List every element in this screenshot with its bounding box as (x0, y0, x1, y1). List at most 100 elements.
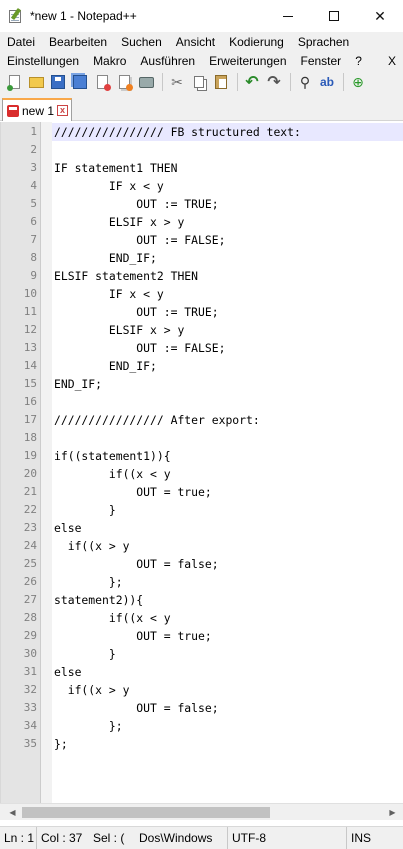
save-button[interactable] (48, 72, 68, 92)
copy-button[interactable] (189, 72, 209, 92)
menu-bar: Datei Bearbeiten Suchen Ansicht Kodierun… (0, 32, 403, 70)
code-line[interactable]: END_IF; (54, 357, 157, 375)
line-number: 24 (23, 539, 37, 552)
line-number: 23 (23, 521, 37, 534)
code-line[interactable]: if((x < y (54, 609, 171, 627)
code-line[interactable]: OUT := TRUE; (54, 303, 218, 321)
line-number: 6 (30, 215, 37, 228)
menu-help[interactable]: ? (347, 54, 368, 68)
line-number: 20 (23, 467, 37, 480)
code-line[interactable]: if((x < y (54, 465, 171, 483)
code-line[interactable]: }; (54, 735, 68, 753)
window-title: *new 1 - Notepad++ (30, 9, 137, 23)
close-window-button[interactable]: ✕ (357, 0, 403, 32)
code-line[interactable]: else (54, 519, 81, 537)
line-number: 28 (23, 611, 37, 624)
line-number: 17 (23, 413, 37, 426)
paste-button[interactable] (211, 72, 231, 92)
code-line[interactable]: OUT := FALSE; (54, 231, 225, 249)
new-file-icon (6, 75, 20, 91)
editor[interactable]: 1 2 3 4 5 6 7 8 9 10 11 12 13 14 15 16 17 18 19 20 21 22 23 24 2… (0, 122, 403, 803)
line-number: 18 (23, 431, 37, 444)
tab-close-icon[interactable]: x (57, 105, 69, 116)
tab-label: new 1 (22, 103, 55, 118)
open-file-button[interactable] (26, 72, 46, 92)
zoom-in-button[interactable]: ⊕ (348, 72, 368, 92)
code-line[interactable]: if((x > y (54, 537, 130, 555)
fold-margin[interactable] (41, 122, 52, 803)
replace-button[interactable]: ab (317, 72, 337, 92)
close-all-button[interactable] (114, 72, 134, 92)
code-line[interactable]: OUT = true; (54, 483, 211, 501)
code-line[interactable]: //////////////// After export: (54, 411, 260, 429)
line-number: 13 (23, 341, 37, 354)
toolbar-separator (162, 73, 163, 91)
menu-datei[interactable]: Datei (0, 35, 41, 49)
minimize-button[interactable] (265, 0, 311, 32)
redo-button[interactable]: ↷ (264, 72, 284, 92)
line-number: 35 (23, 737, 37, 750)
menu-einstellungen[interactable]: Einstellungen (0, 54, 85, 68)
code-line[interactable]: ELSIF x > y (54, 321, 184, 339)
code-line[interactable]: } (54, 645, 116, 663)
code-line[interactable]: if((statement1)){ (54, 447, 171, 465)
line-number: 29 (23, 629, 37, 642)
line-number: 27 (23, 593, 37, 606)
line-number: 15 (23, 377, 37, 390)
print-button[interactable] (136, 72, 156, 92)
menu-fenster[interactable]: Fenster (293, 54, 348, 68)
maximize-button[interactable] (311, 0, 357, 32)
cut-button[interactable]: ✂ (167, 72, 187, 92)
maximize-icon (329, 11, 339, 21)
find-button[interactable]: ⚲ (295, 72, 315, 92)
menu-close-document-button[interactable]: X (388, 54, 396, 68)
code-line[interactable]: OUT = false; (54, 555, 218, 573)
status-encoding: UTF-8 (232, 830, 266, 845)
menu-makro[interactable]: Makro (85, 54, 132, 68)
tab-new-1[interactable]: new 1 x (2, 98, 72, 121)
save-all-button[interactable] (70, 72, 90, 92)
code-line[interactable]: }; (54, 573, 123, 591)
close-file-button[interactable] (92, 72, 112, 92)
line-number: 3 (30, 161, 37, 174)
new-file-button[interactable] (4, 72, 24, 92)
menu-erweiterungen[interactable]: Erweiterungen (201, 54, 292, 68)
close-all-icon (118, 75, 133, 91)
code-line[interactable]: END_IF; (54, 249, 157, 267)
code-line[interactable]: IF statement1 THEN (54, 159, 177, 177)
scroll-left-icon[interactable]: ◀ (4, 804, 21, 821)
code-line[interactable]: IF x < y (54, 177, 164, 195)
code-line[interactable]: ELSIF statement2 THEN (54, 267, 198, 285)
menu-ansicht[interactable]: Ansicht (168, 35, 221, 49)
line-number: 22 (23, 503, 37, 516)
code-line[interactable]: //////////////// FB structured text: (54, 123, 301, 141)
code-area[interactable]: //////////////// FB structured text: IF s… (52, 122, 403, 803)
horizontal-scrollbar[interactable]: ◀ ▶ (0, 803, 403, 820)
code-line[interactable]: statement2)){ (54, 591, 143, 609)
code-line[interactable]: IF x < y (54, 285, 164, 303)
code-line[interactable]: END_IF; (54, 375, 102, 393)
code-line[interactable]: }; (54, 717, 123, 735)
code-line[interactable]: if((x > y (54, 681, 130, 699)
toolbar-separator (343, 73, 344, 91)
status-column: Col : 37 (41, 830, 83, 845)
menu-sprachen[interactable]: Sprachen (290, 35, 355, 49)
title-bar: *new 1 - Notepad++ ✕ (0, 0, 403, 32)
code-line[interactable]: ELSIF x > y (54, 213, 184, 231)
status-insert-mode: INS (351, 830, 372, 845)
menu-bearbeiten[interactable]: Bearbeiten (41, 35, 113, 49)
code-line[interactable]: OUT = true; (54, 627, 211, 645)
menu-ausfuehren[interactable]: Ausführen (132, 54, 201, 68)
undo-button[interactable]: ↶ (242, 72, 262, 92)
scroll-right-icon[interactable]: ▶ (384, 804, 401, 821)
code-line[interactable]: else (54, 663, 81, 681)
scrollbar-thumb[interactable] (22, 807, 270, 818)
tab-bar: new 1 x (0, 94, 403, 121)
code-line[interactable]: OUT := TRUE; (54, 195, 218, 213)
menu-suchen[interactable]: Suchen (113, 35, 168, 49)
code-line[interactable]: OUT := FALSE; (54, 339, 225, 357)
code-line[interactable]: OUT = false; (54, 699, 218, 717)
menu-kodierung[interactable]: Kodierung (221, 35, 290, 49)
paste-icon (215, 75, 227, 89)
code-line[interactable]: } (54, 501, 116, 519)
